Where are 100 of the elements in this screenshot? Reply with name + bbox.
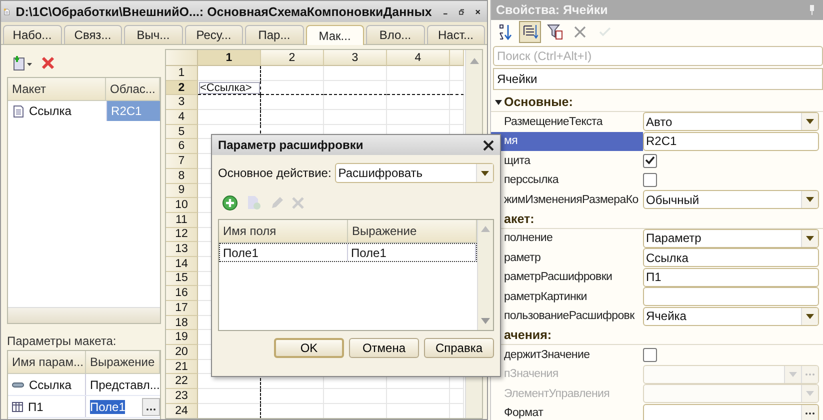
column-header[interactable]: Имя поля <box>219 220 348 242</box>
column-header[interactable]: Макет <box>8 78 106 100</box>
cell-text[interactable]: <Ссылка> <box>200 82 252 94</box>
checkbox[interactable] <box>643 348 657 362</box>
table-cell[interactable]: Представл... <box>90 378 160 392</box>
checkbox[interactable] <box>643 173 657 188</box>
row-header[interactable]: 15 <box>166 272 198 286</box>
row-header[interactable]: 17 <box>166 301 198 316</box>
dialog-button[interactable]: Отмена <box>349 338 419 358</box>
row-header[interactable]: 11 <box>166 212 198 228</box>
dropdown-field[interactable]: Обычный <box>643 190 819 210</box>
column-header[interactable]: 4 <box>387 50 450 66</box>
text-field[interactable] <box>643 287 819 306</box>
checkbox[interactable] <box>643 154 657 168</box>
dropdown-field[interactable]: Ячейка <box>643 306 819 326</box>
grid-cell[interactable]: <Ссылка> <box>198 80 261 96</box>
window-title: D:\1C\Обработки\ВнешнийО...: ОсновнаяСхемаКомпоновкиДанных <box>16 4 432 18</box>
row-header[interactable]: 2 <box>166 80 198 96</box>
row-header[interactable]: 9 <box>166 184 198 198</box>
column-header[interactable]: 1 <box>198 50 261 66</box>
dialog-button[interactable]: Справка <box>424 338 494 358</box>
table-icon <box>12 402 23 412</box>
table-cell[interactable]: П1 <box>28 400 44 414</box>
horizontal-scrollbar[interactable] <box>8 307 160 323</box>
dialog-button[interactable]: OK <box>274 338 344 358</box>
row-header[interactable]: 4 <box>166 110 198 125</box>
table-cell[interactable]: Поле1 <box>220 244 348 261</box>
section-title: акет: <box>504 212 534 226</box>
close-icon[interactable] <box>483 140 494 150</box>
tab[interactable]: Пар... <box>245 25 304 44</box>
corner-cell[interactable] <box>166 50 198 66</box>
scroll-up-icon[interactable] <box>470 58 478 64</box>
pin-icon[interactable] <box>809 5 815 15</box>
collapse-icon[interactable] <box>495 98 502 106</box>
tree-icon[interactable] <box>519 21 541 43</box>
tab[interactable]: Наст... <box>426 25 485 44</box>
text-field[interactable]: Ссылка <box>643 248 819 268</box>
property-name[interactable]: мя <box>491 132 643 151</box>
section-title: ачения: <box>504 328 552 342</box>
row-header[interactable]: 10 <box>166 198 198 213</box>
row-header[interactable]: 7 <box>166 154 198 169</box>
table-cell[interactable]: Поле1 <box>90 400 126 414</box>
tab[interactable]: Связ... <box>64 25 122 44</box>
section-title: Основные: <box>504 95 573 109</box>
tab[interactable]: Выч... <box>124 25 182 44</box>
scroll-up-icon[interactable] <box>481 226 490 232</box>
table-cell[interactable]: Ссылка <box>29 104 72 118</box>
property-name[interactable]: Формат <box>491 404 643 420</box>
table-cell[interactable]: Поле1 <box>348 244 476 261</box>
tab[interactable]: Мак... <box>306 25 364 45</box>
object-field[interactable]: Ячейки <box>493 68 823 90</box>
row-header[interactable]: 5 <box>166 124 198 140</box>
row-header[interactable]: 1 <box>166 66 198 81</box>
row-header[interactable]: 6 <box>166 139 198 154</box>
column-header[interactable]: 3 <box>324 50 387 66</box>
row-header[interactable]: 13 <box>166 242 198 257</box>
section-label: Параметры макета: <box>7 334 118 350</box>
tab[interactable]: Ресу... <box>184 25 243 44</box>
add-icon[interactable] <box>222 195 238 211</box>
row-header[interactable]: 22 <box>166 374 198 390</box>
scroll-down-icon[interactable] <box>481 318 490 324</box>
row-header[interactable]: 3 <box>166 95 198 110</box>
column-header[interactable]: Облас... <box>106 78 160 100</box>
dropdown-field[interactable]: Расшифровать <box>335 163 494 183</box>
row-header[interactable]: 16 <box>166 286 198 301</box>
row-header[interactable]: 21 <box>166 360 198 374</box>
property-name[interactable]: РазмещениеТекста <box>491 112 643 132</box>
ellipsis-icon[interactable] <box>142 398 160 416</box>
text-field[interactable] <box>643 404 819 420</box>
row-header[interactable]: 20 <box>166 345 198 360</box>
add-icon[interactable] <box>11 55 33 71</box>
grid-cell[interactable] <box>198 95 261 110</box>
column-header[interactable]: Выражение <box>86 351 160 373</box>
panel-title: Свойства: Ячейки <box>496 3 608 17</box>
row-header[interactable]: 18 <box>166 316 198 330</box>
grid-cell[interactable] <box>198 110 261 125</box>
grid-cell[interactable] <box>198 66 261 81</box>
row-header[interactable]: 19 <box>166 330 198 346</box>
vertical-scrollbar[interactable] <box>477 220 493 330</box>
ellipsis-icon[interactable] <box>801 404 818 420</box>
table-cell[interactable]: Ссылка <box>29 378 72 392</box>
tab[interactable]: Вло... <box>366 25 424 44</box>
row-header[interactable]: 24 <box>166 404 198 418</box>
column-header[interactable]: Имя парам... <box>8 351 86 373</box>
text-field[interactable]: R2C1 <box>643 132 819 151</box>
minus-icon <box>12 382 24 388</box>
text-field[interactable]: П1 <box>643 268 819 287</box>
dropdown-field[interactable]: Параметр <box>643 228 819 248</box>
tab[interactable]: Набо... <box>3 25 62 44</box>
dropdown-field[interactable]: Авто <box>643 112 819 132</box>
delete-icon[interactable] <box>41 56 55 70</box>
row-header[interactable]: 8 <box>166 168 198 184</box>
column-header[interactable]: 2 <box>261 50 324 66</box>
row-header[interactable]: 14 <box>166 256 198 272</box>
grid-cell[interactable] <box>198 389 261 404</box>
search-field[interactable]: Поиск (Ctrl+Alt+I) <box>493 46 823 66</box>
dropdown-field[interactable] <box>643 384 819 404</box>
row-header[interactable]: 12 <box>166 228 198 242</box>
row-header[interactable]: 23 <box>166 389 198 404</box>
column-header[interactable] <box>450 50 464 66</box>
